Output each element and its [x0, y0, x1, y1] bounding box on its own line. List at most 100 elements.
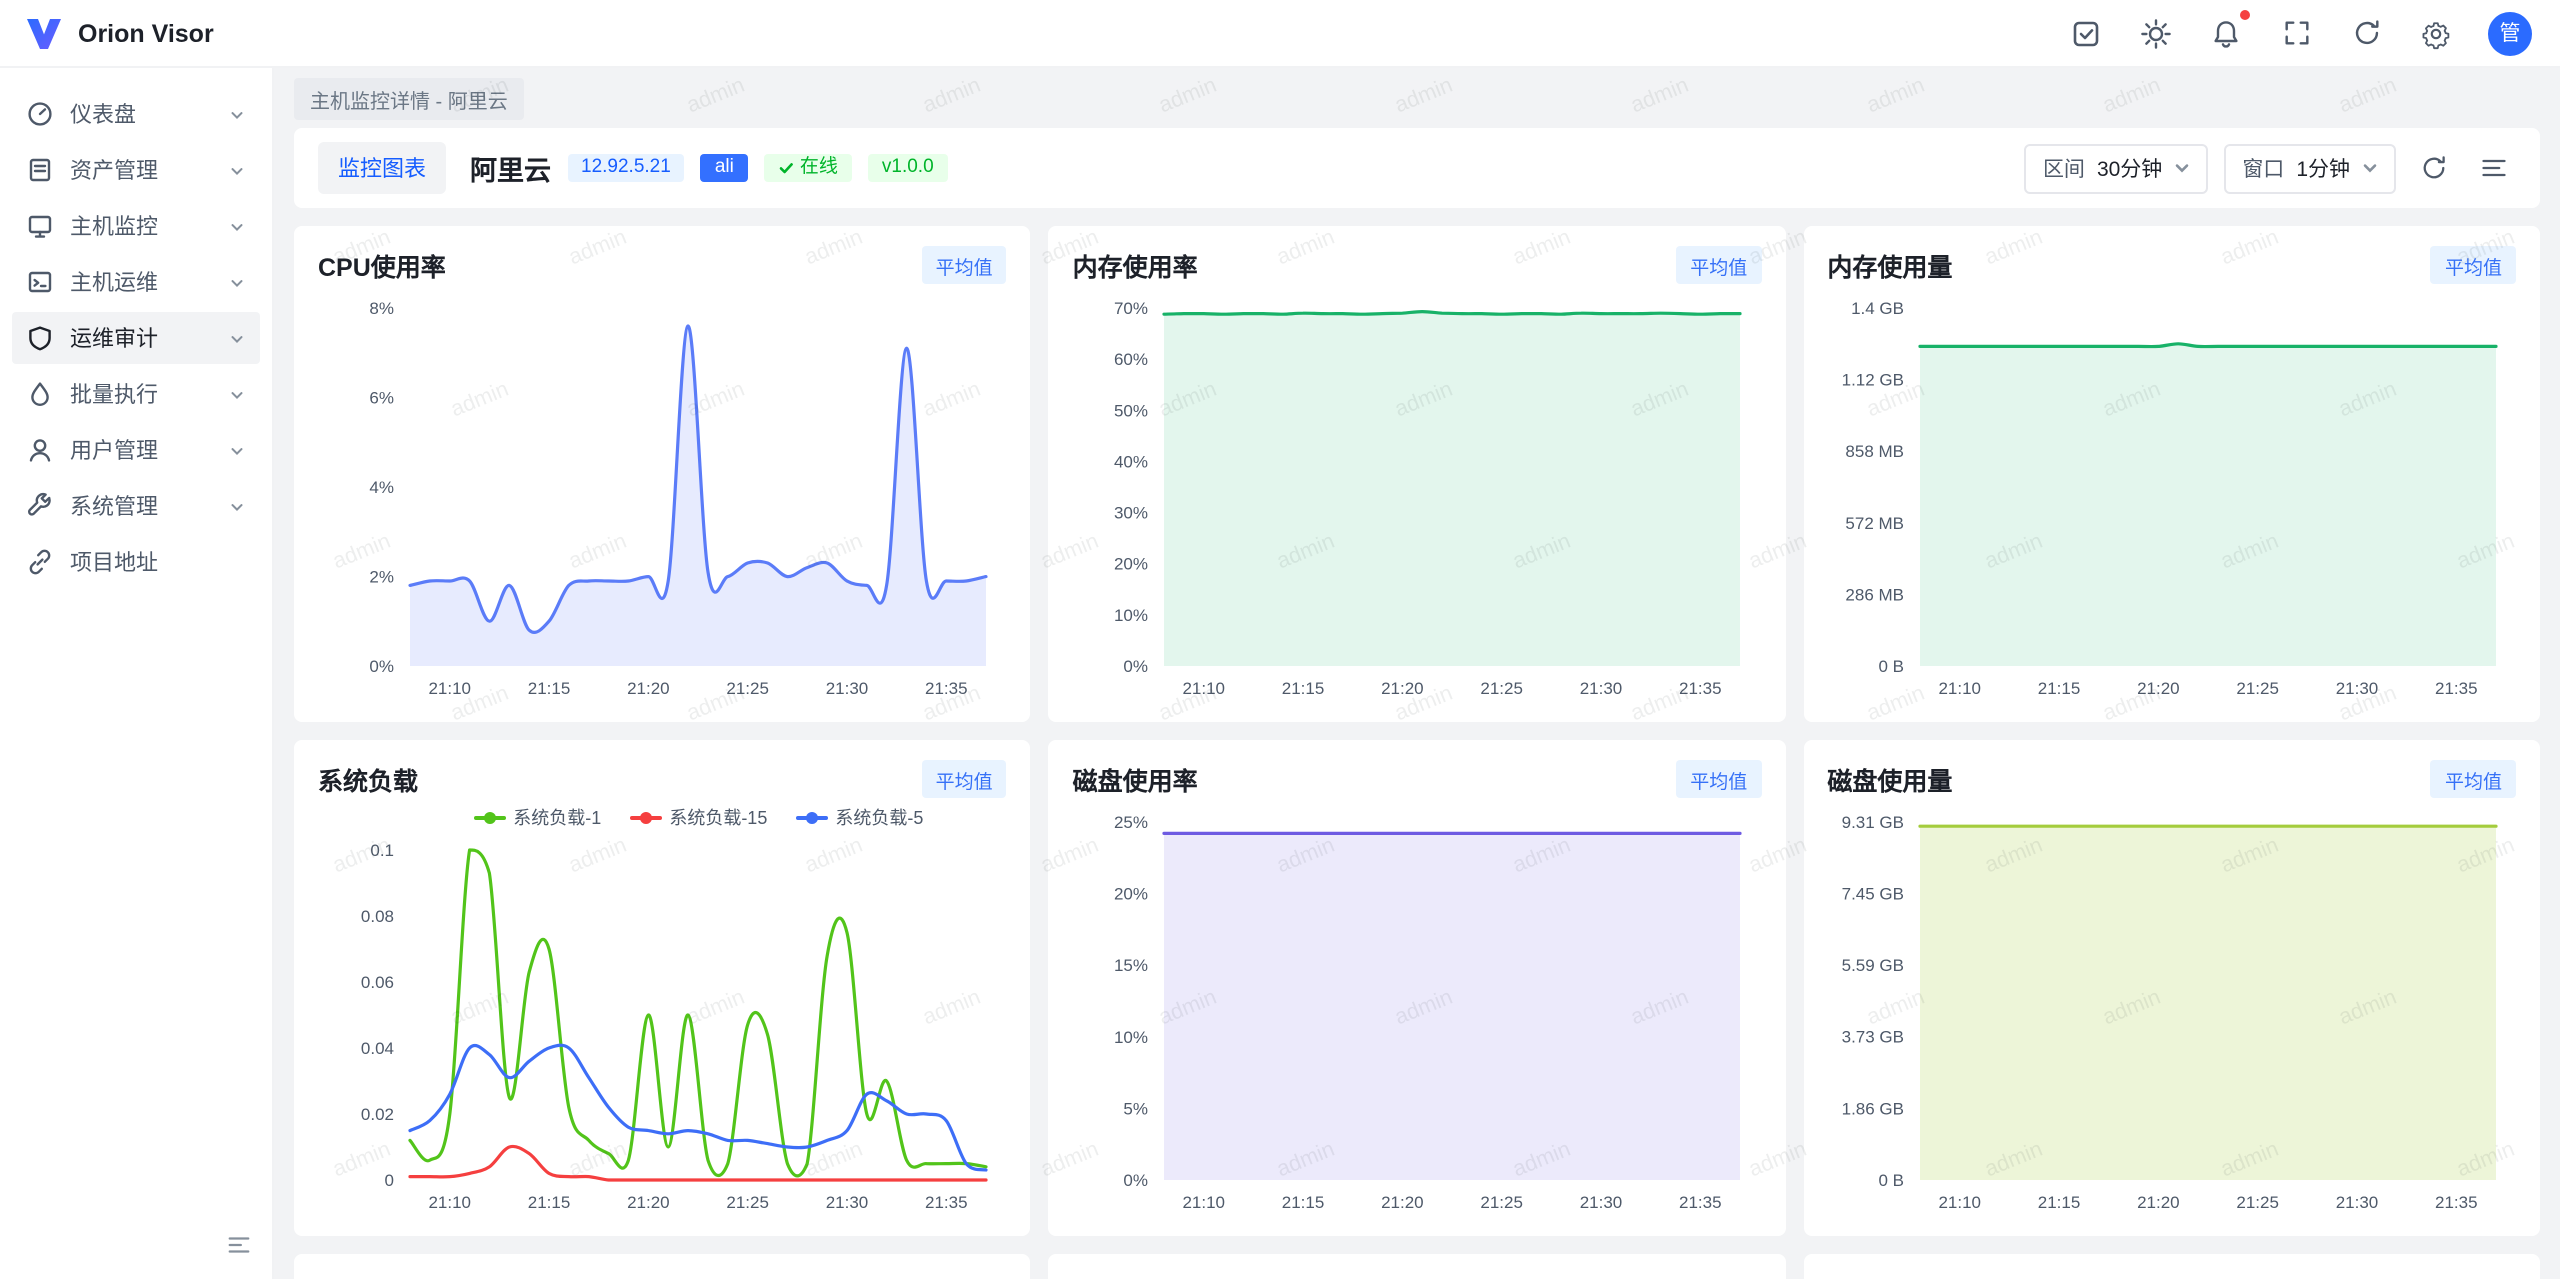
avg-value-badge[interactable]: 平均值	[1676, 760, 1761, 798]
disk-usage-rate-plot[interactable]: 0%5%10%15%20%25%21:1021:1521:2021:2521:3…	[1073, 802, 1762, 1216]
disk-usage-amount-plot[interactable]: 0 B1.86 GB3.73 GB5.59 GB7.45 GB9.31 GB21…	[1827, 802, 2516, 1216]
app-window: Orion Visor	[0, 0, 2560, 1279]
svg-text:21:10: 21:10	[428, 1193, 471, 1212]
svg-text:21:15: 21:15	[528, 679, 571, 698]
host-ip-tag[interactable]: 12.92.5.21	[567, 154, 685, 183]
avg-value-badge[interactable]: 平均值	[2431, 760, 2516, 798]
chart-svg: 0 B1.86 GB3.73 GB5.59 GB7.45 GB9.31 GB21…	[1827, 802, 2515, 1216]
cpu-usage-plot[interactable]: 0%2%4%6%8%21:1021:1521:2021:2521:3021:35	[318, 288, 1007, 702]
host-header-card: 监控图表 阿里云 12.92.5.21 ali 在线 v1.0.0 区间 30分…	[294, 128, 2540, 208]
chart-svg: 0%5%10%15%20%25%21:1021:1521:2021:2521:3…	[1073, 802, 1761, 1216]
svg-text:21:10: 21:10	[1183, 1193, 1226, 1212]
notification-dot	[2240, 9, 2250, 19]
svg-text:7.45 GB: 7.45 GB	[1841, 885, 1903, 904]
chevron-down-icon	[228, 105, 246, 123]
svg-text:21:20: 21:20	[627, 1193, 670, 1212]
charts-grid-row-3	[294, 1254, 2540, 1279]
svg-text:21:35: 21:35	[2434, 1193, 2477, 1212]
svg-text:4%: 4%	[369, 478, 394, 497]
batch-exec-icon	[26, 380, 54, 408]
sidebar-item-label: 仪表盘	[70, 98, 136, 130]
legend-item[interactable]: 系统负载-5	[795, 804, 923, 830]
svg-text:20%: 20%	[1115, 555, 1149, 574]
avg-value-badge[interactable]: 平均值	[922, 246, 1007, 284]
svg-text:0%: 0%	[1124, 1171, 1149, 1190]
legend-item[interactable]: 系统负载-1	[473, 804, 601, 830]
notifications-icon[interactable]	[2208, 15, 2244, 51]
interval-select[interactable]: 区间 30分钟	[2025, 143, 2208, 193]
fullscreen-icon[interactable]	[2278, 15, 2314, 51]
svg-text:1.12 GB: 1.12 GB	[1841, 371, 1903, 390]
tasks-icon[interactable]	[2068, 15, 2104, 51]
monitor-chart-tab[interactable]: 监控图表	[318, 142, 446, 194]
settings-icon[interactable]	[2418, 15, 2454, 51]
svg-text:50%: 50%	[1115, 401, 1149, 420]
sidebar-item-ops-audit[interactable]: 运维审计	[12, 312, 260, 364]
breadcrumb: 主机监控详情 - 阿里云	[274, 68, 2560, 128]
brand-logo[interactable]: Orion Visor	[24, 13, 214, 53]
svg-text:3.73 GB: 3.73 GB	[1841, 1028, 1903, 1047]
memory-usage-rate-plot[interactable]: 0%10%20%30%40%50%60%70%21:1021:1521:2021…	[1073, 288, 1762, 702]
system-tool-icon	[26, 492, 54, 520]
svg-text:21:15: 21:15	[1282, 1193, 1325, 1212]
chart-card-disk-usage-amount: 磁盘使用量 平均值 0 B1.86 GB3.73 GB5.59 GB7.45 G…	[1803, 740, 2540, 1236]
collapse-sidebar-icon[interactable]	[226, 1231, 252, 1267]
svg-text:21:20: 21:20	[2136, 679, 2179, 698]
sidebar-item-project-link[interactable]: 项目地址	[12, 536, 260, 588]
sidebar-item-users[interactable]: 用户管理	[12, 424, 260, 476]
avg-value-badge[interactable]: 平均值	[1676, 246, 1761, 284]
svg-text:21:25: 21:25	[726, 1193, 769, 1212]
svg-text:21:35: 21:35	[925, 1193, 968, 1212]
svg-text:21:25: 21:25	[2236, 679, 2279, 698]
avg-value-badge[interactable]: 平均值	[922, 760, 1007, 798]
avatar[interactable]: 管	[2488, 11, 2532, 55]
chart-svg: 0%10%20%30%40%50%60%70%21:1021:1521:2021…	[1073, 288, 1761, 702]
chart-list-icon[interactable]	[2472, 146, 2516, 190]
chart-card-cpu-usage: CPU使用率 平均值 0%2%4%6%8%21:1021:1521:2021:2…	[294, 226, 1031, 722]
charts-grid-row-1: CPU使用率 平均值 0%2%4%6%8%21:1021:1521:2021:2…	[294, 226, 2540, 722]
sidebar-item-host-monitor[interactable]: 主机监控	[12, 200, 260, 252]
chevron-down-icon	[2174, 160, 2190, 176]
chart-title: 磁盘使用量	[1827, 760, 1952, 798]
memory-usage-amount-plot[interactable]: 0 B286 MB572 MB858 MB1.12 GB1.4 GB21:102…	[1827, 288, 2516, 702]
avg-value-badge[interactable]: 平均值	[2431, 246, 2516, 284]
system-load-plot[interactable]: 系统负载-1系统负载-15系统负载-500.020.040.060.080.12…	[318, 802, 1007, 1216]
sidebar-item-dashboard[interactable]: 仪表盘	[12, 88, 260, 140]
theme-icon[interactable]	[2138, 15, 2174, 51]
chevron-down-icon	[228, 385, 246, 403]
svg-text:21:15: 21:15	[2037, 1193, 2080, 1212]
reload-icon[interactable]	[2348, 15, 2384, 51]
refresh-charts-icon[interactable]	[2412, 146, 2456, 190]
host-code-tag[interactable]: ali	[701, 154, 748, 183]
sidebar-item-assets[interactable]: 资产管理	[12, 144, 260, 196]
svg-text:15%: 15%	[1115, 956, 1149, 975]
svg-text:1.86 GB: 1.86 GB	[1841, 1099, 1903, 1118]
chevron-down-icon	[2362, 160, 2378, 176]
svg-text:1.4 GB: 1.4 GB	[1850, 299, 1903, 318]
breadcrumb-item[interactable]: 主机监控详情 - 阿里云	[294, 77, 524, 119]
svg-text:286 MB: 286 MB	[1845, 585, 1904, 604]
sidebar-item-batch-exec[interactable]: 批量执行	[12, 368, 260, 420]
chevron-down-icon	[228, 161, 246, 179]
svg-text:70%: 70%	[1115, 299, 1149, 318]
sidebar: 仪表盘 资产管理 主机监控 主机运维	[0, 68, 274, 1279]
legend-marker	[795, 815, 827, 819]
svg-text:21:35: 21:35	[925, 679, 968, 698]
svg-text:0.06: 0.06	[361, 973, 394, 992]
svg-text:0%: 0%	[369, 657, 394, 676]
chart-svg: 00.020.040.060.080.121:1021:1521:2021:25…	[318, 802, 1006, 1216]
sidebar-item-label: 主机运维	[70, 266, 158, 298]
sidebar-item-host-ops[interactable]: 主机运维	[12, 256, 260, 308]
window-select[interactable]: 窗口 1分钟	[2224, 143, 2396, 193]
chart-card-memory-usage-rate: 内存使用率 平均值 0%10%20%30%40%50%60%70%21:1021…	[1049, 226, 1786, 722]
chart-card-system-load: 系统负载 平均值 系统负载-1系统负载-15系统负载-500.020.040.0…	[294, 740, 1031, 1236]
svg-text:21:10: 21:10	[1938, 1193, 1981, 1212]
legend-item[interactable]: 系统负载-15	[629, 804, 767, 830]
svg-text:21:30: 21:30	[1580, 679, 1623, 698]
chevron-down-icon	[228, 217, 246, 235]
card-stub	[1803, 1254, 2540, 1279]
svg-text:21:35: 21:35	[1680, 679, 1723, 698]
svg-text:2%: 2%	[369, 568, 394, 587]
card-stub	[1049, 1254, 1786, 1279]
sidebar-item-system[interactable]: 系统管理	[12, 480, 260, 532]
